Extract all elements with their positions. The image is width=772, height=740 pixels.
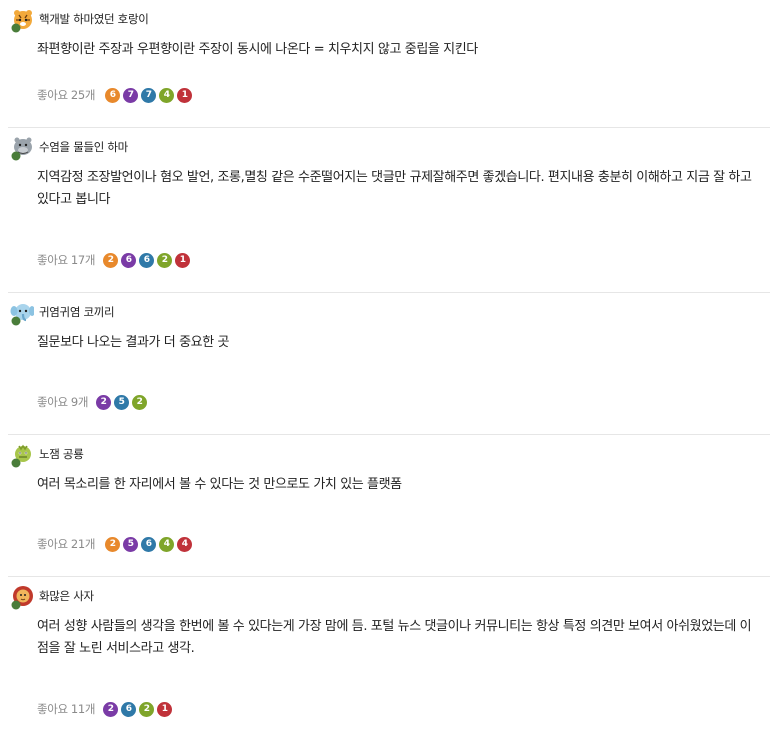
like-button[interactable]: 좋아요 [37,87,68,103]
like-count: 9개 [70,395,89,409]
like-button[interactable]: 좋아요 [37,394,68,410]
comment-meta: 좋아요 21개 2 5 6 4 4 [37,536,195,552]
reaction-badge-blue[interactable]: 6 [139,252,155,268]
hippo-avatar-icon[interactable] [10,137,34,161]
comment-item: 귀염귀염 코끼리 질문보다 나오는 결과가 더 중요한 곳 좋아요 9개 2 5… [8,293,770,435]
reaction-badge-purple[interactable]: 2 [96,394,112,410]
reaction-badge-red[interactable]: 1 [177,87,193,103]
comment-author[interactable]: 귀염귀염 코끼리 [39,304,115,320]
reaction-badge-blue[interactable]: 5 [114,394,130,410]
comment-item: 핵개발 하마였던 호랑이 좌편향이란 주장과 우편향이란 주장이 동시에 나온다… [8,0,770,128]
reaction-badge-red[interactable]: 4 [177,536,193,552]
reaction-badges: 2 5 2 [96,394,150,410]
like-button[interactable]: 좋아요 [37,701,68,717]
reaction-badge-purple[interactable]: 2 [103,701,119,717]
lion-avatar-icon[interactable] [10,586,34,610]
reaction-badge-purple[interactable]: 7 [123,87,139,103]
tiger-avatar-icon[interactable] [10,9,34,33]
dinosaur-avatar-icon[interactable] [10,444,34,468]
reaction-badge-orange[interactable]: 6 [105,87,121,103]
like-count: 21개 [70,537,96,551]
comment-text: 여러 성향 사람들의 생각을 한번에 볼 수 있다는게 가장 맘에 듬. 포털 … [37,619,752,656]
reaction-badge-green[interactable]: 2 [157,252,173,268]
comment-text: 지역감정 조장발언이나 혐오 발언, 조롱,멸칭 같은 수준떨어지는 댓글만 규… [37,170,752,207]
reaction-badge-orange[interactable]: 2 [103,252,119,268]
reaction-badge-green[interactable]: 2 [132,394,148,410]
reaction-badge-red[interactable]: 1 [175,252,191,268]
reaction-badge-green[interactable]: 2 [139,701,155,717]
reaction-badge-purple[interactable]: 5 [123,536,139,552]
reaction-badge-blue[interactable]: 6 [121,701,137,717]
comment-item: 수염을 물들인 하마 지역감정 조장발언이나 혐오 발언, 조롱,멸칭 같은 수… [8,128,770,293]
reaction-badge-blue[interactable]: 7 [141,87,157,103]
reaction-badges: 2 6 6 2 1 [103,252,193,268]
comment-item: 화많은 사자 여러 성향 사람들의 생각을 한번에 볼 수 있다는게 가장 맘에… [8,577,770,739]
comment-list: 핵개발 하마였던 호랑이 좌편향이란 주장과 우편향이란 주장이 동시에 나온다… [0,0,772,739]
comment-text: 좌편향이란 주장과 우편향이란 주장이 동시에 나온다 = 치우치지 않고 중립… [37,42,478,57]
comment-author[interactable]: 핵개발 하마였던 호랑이 [39,11,149,27]
comment-author[interactable]: 화많은 사자 [39,588,94,604]
reaction-badges: 6 7 7 4 1 [105,87,195,103]
reaction-badge-red[interactable]: 1 [157,701,173,717]
reaction-badge-green[interactable]: 4 [159,87,175,103]
reaction-badges: 2 6 2 1 [103,701,175,717]
comment-meta: 좋아요 9개 2 5 2 [37,394,150,410]
comment-author[interactable]: 노잼 공룡 [39,446,84,462]
comment-meta: 좋아요 17개 2 6 6 2 1 [37,252,193,268]
comment-meta: 좋아요 11개 2 6 2 1 [37,701,175,717]
elephant-avatar-icon[interactable] [10,302,34,326]
reaction-badge-blue[interactable]: 6 [141,536,157,552]
comment-item: 노잼 공룡 여러 목소리를 한 자리에서 볼 수 있다는 것 만으로도 가치 있… [8,435,770,577]
reaction-badge-orange[interactable]: 2 [105,536,121,552]
like-count: 25개 [70,88,96,102]
reaction-badge-green[interactable]: 4 [159,536,175,552]
comment-text: 여러 목소리를 한 자리에서 볼 수 있다는 것 만으로도 가치 있는 플랫폼 [37,477,402,492]
comment-author[interactable]: 수염을 물들인 하마 [39,139,128,155]
comment-text: 질문보다 나오는 결과가 더 중요한 곳 [37,335,230,350]
like-count: 11개 [70,702,96,716]
like-button[interactable]: 좋아요 [37,252,68,268]
like-button[interactable]: 좋아요 [37,536,68,552]
like-count: 17개 [70,253,96,267]
comment-meta: 좋아요 25개 6 7 7 4 1 [37,87,195,103]
reaction-badges: 2 5 6 4 4 [105,536,195,552]
reaction-badge-purple[interactable]: 6 [121,252,137,268]
